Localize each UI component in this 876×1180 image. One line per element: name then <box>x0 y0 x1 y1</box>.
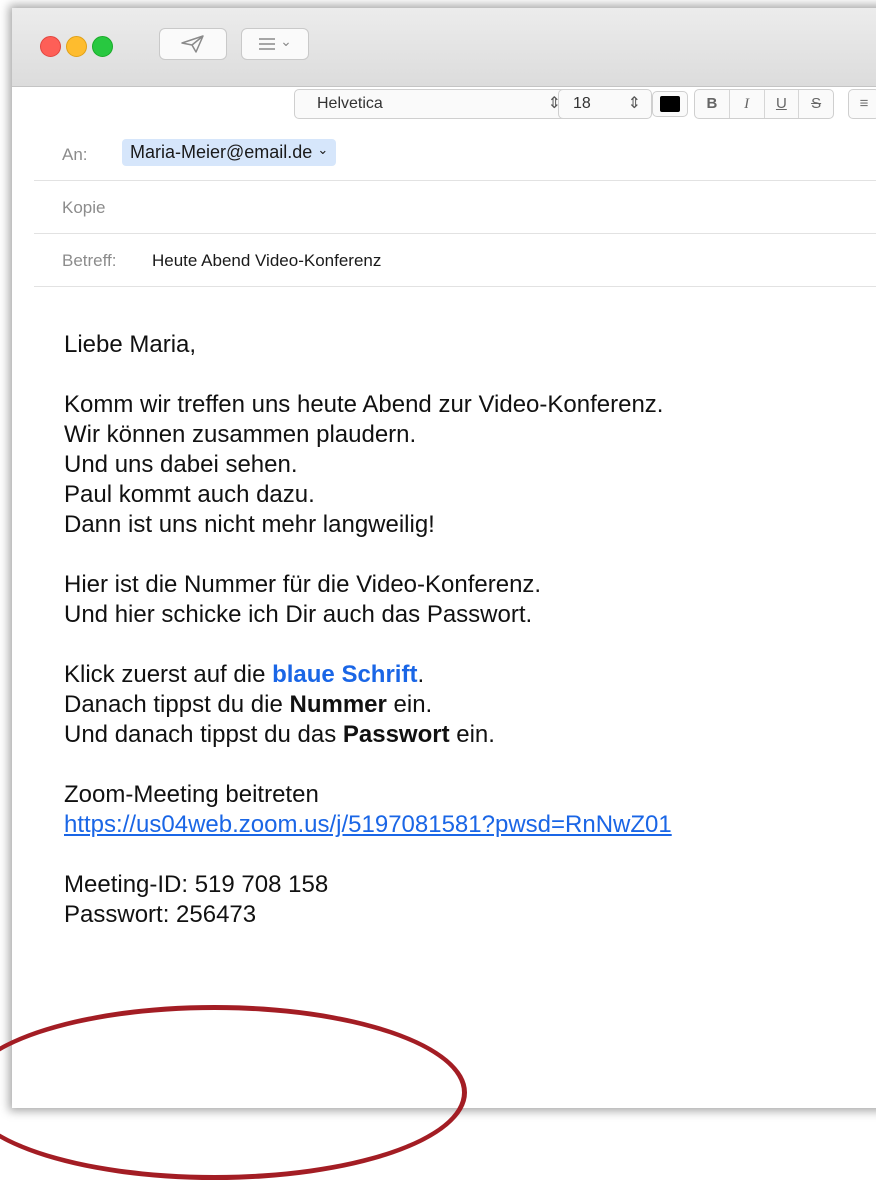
mail-compose-window: ⌄ Helvetica ⇕ 18 ⇕ B I U S ≡ An: Maria-M… <box>12 8 876 1108</box>
text: ein. <box>449 721 495 748</box>
text-style-group: B I U S <box>694 89 834 119</box>
meeting-password: Passwort: 256473 <box>64 901 257 928</box>
text: Klick zuerst auf die <box>64 661 273 688</box>
chevron-down-icon: ⌄ <box>280 32 292 49</box>
body-line: Komm wir treffen uns heute Abend zur Vid… <box>64 391 664 418</box>
body-line: Danach tippst du die Nummer ein. <box>64 690 672 720</box>
text: . <box>417 661 425 688</box>
meeting-id: Meeting-ID: 519 708 158 <box>64 871 329 898</box>
list-menu-icon <box>259 38 276 50</box>
alignment-button[interactable]: ≡ <box>848 89 876 119</box>
cc-label: Kopie <box>62 198 106 217</box>
bold-text: Passwort <box>342 721 450 748</box>
color-swatch <box>660 96 680 112</box>
body-line: Klick zuerst auf die blaue Schrift. <box>64 660 672 690</box>
minimize-window-button[interactable] <box>66 36 87 57</box>
font-family-select[interactable]: Helvetica ⇕ <box>294 89 572 119</box>
highlight-circle <box>0 1005 467 1180</box>
window-toolbar: ⌄ <box>12 8 876 87</box>
italic-button[interactable]: I <box>730 90 765 118</box>
body-line: Dann ist uns nicht mehr langweilig! <box>64 511 435 538</box>
underline-button[interactable]: U <box>765 90 800 118</box>
subject-value[interactable]: Heute Abend Video-Konferenz <box>152 251 381 271</box>
header-fields-button[interactable]: ⌄ <box>241 28 309 60</box>
body-line: Hier ist die Nummer für die Video-Konfer… <box>64 571 542 598</box>
text: ein. <box>386 691 433 718</box>
text: Und danach tippst du das <box>64 721 343 748</box>
body-line: Und uns dabei sehen. <box>64 451 298 478</box>
body-line: Wir können zusammen plaudern. <box>64 421 417 448</box>
body-line: Und hier schicke ich Dir auch das Passwo… <box>64 601 533 628</box>
highlight-text: blaue Schrift <box>272 661 418 688</box>
subject-field-row[interactable]: Betreff: Heute Abend Video-Konferenz <box>34 234 876 287</box>
font-size-value: 18 <box>573 95 591 112</box>
to-label: An: <box>62 145 88 164</box>
paper-plane-icon <box>181 35 204 53</box>
cc-field-row[interactable]: Kopie <box>34 181 876 234</box>
zoom-title: Zoom-Meeting beitreten <box>64 781 319 808</box>
bold-button[interactable]: B <box>695 90 730 118</box>
message-body[interactable]: Liebe Maria, Komm wir treffen uns heute … <box>64 330 672 930</box>
text-color-button[interactable] <box>652 91 688 117</box>
body-line: Paul kommt auch dazu. <box>64 481 315 508</box>
font-family-value: Helvetica <box>317 95 383 112</box>
zoom-link[interactable]: https://us04web.zoom.us/j/5197081581?pws… <box>64 810 672 840</box>
to-field-row: An: Maria-Meier@email.de ⌄ <box>34 128 876 181</box>
close-window-button[interactable] <box>40 36 61 57</box>
font-size-select[interactable]: 18 ⇕ <box>558 89 652 119</box>
greeting: Liebe Maria, <box>64 331 197 358</box>
zoom-window-button[interactable] <box>92 36 113 57</box>
body-line: Und danach tippst du das Passwort ein. <box>64 720 672 750</box>
chevron-down-icon: ⌄ <box>317 142 329 157</box>
send-button[interactable] <box>159 28 227 60</box>
recipient-address: Maria-Meier@email.de <box>130 142 313 162</box>
text: Danach tippst du die <box>64 691 290 718</box>
strikethrough-button[interactable]: S <box>799 90 833 118</box>
subject-label: Betreff: <box>62 251 117 270</box>
stepper-arrows-icon: ⇕ <box>627 95 641 112</box>
recipient-token[interactable]: Maria-Meier@email.de ⌄ <box>122 139 337 166</box>
bold-text: Nummer <box>289 691 387 718</box>
